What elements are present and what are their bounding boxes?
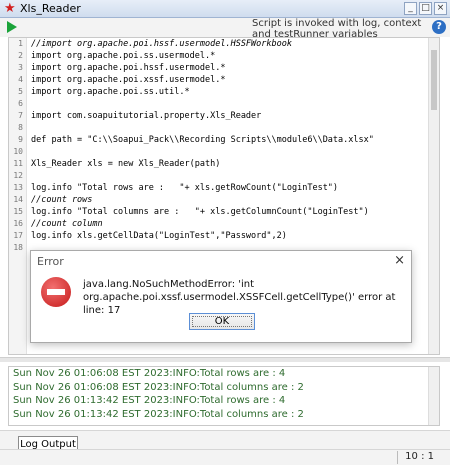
line-number: 14 bbox=[13, 195, 23, 204]
ok-button-label: OK bbox=[214, 316, 230, 327]
log-output-panel: Sun Nov 26 01:06:08 EST 2023:INFO:Total … bbox=[8, 366, 440, 426]
code-line[interactable]: log.info "Total rows are : "+ xls.getRow… bbox=[31, 182, 427, 194]
code-line[interactable]: import com.soapuitutorial.property.Xls_R… bbox=[31, 110, 427, 122]
line-number: 4 bbox=[18, 75, 23, 84]
line-number: 13 bbox=[13, 183, 23, 192]
code-line[interactable]: //count rows bbox=[31, 194, 427, 206]
line-number: 10 bbox=[13, 147, 23, 156]
log-line: Sun Nov 26 01:06:08 EST 2023:INFO:Total … bbox=[13, 381, 304, 393]
line-number: 15 bbox=[13, 207, 23, 216]
line-number: 6 bbox=[18, 99, 23, 108]
code-line[interactable] bbox=[31, 98, 427, 110]
line-number: 8 bbox=[18, 123, 23, 132]
line-number: 18 bbox=[13, 243, 23, 252]
line-number: 17 bbox=[13, 231, 23, 240]
dialog-title: Error bbox=[37, 255, 64, 268]
ok-button[interactable]: OK bbox=[189, 313, 255, 330]
log-scrollbar[interactable] bbox=[428, 367, 439, 425]
code-line[interactable]: Xls_Reader xls = new Xls_Reader(path) bbox=[31, 158, 427, 170]
code-line[interactable]: import org.apache.poi.ss.usermodel.* bbox=[31, 50, 427, 62]
run-icon[interactable] bbox=[7, 21, 17, 33]
script-description: Script is invoked with log, context and … bbox=[252, 18, 422, 37]
error-dialog: Error × java.lang.NoSuchMethodError: 'in… bbox=[30, 250, 412, 343]
line-number: 5 bbox=[18, 87, 23, 96]
line-number-gutter: 1 2 3 4 5 6 7 8 9 10 11 12 13 14 15 16 1… bbox=[9, 38, 27, 354]
log-line: Sun Nov 26 01:13:42 EST 2023:INFO:Total … bbox=[13, 395, 286, 406]
code-line[interactable]: import org.apache.poi.ss.util.* bbox=[31, 86, 427, 98]
minimize-button[interactable]: _ bbox=[404, 2, 417, 15]
close-button[interactable]: × bbox=[434, 2, 447, 15]
editor-scrollbar[interactable] bbox=[428, 38, 439, 354]
line-number: 9 bbox=[18, 135, 23, 144]
cursor-position: 10 : 1 bbox=[405, 451, 434, 462]
line-number: 16 bbox=[13, 219, 23, 228]
star-icon: ★ bbox=[4, 1, 16, 16]
log-line: Sun Nov 26 01:06:08 EST 2023:INFO:Total … bbox=[13, 368, 286, 379]
code-area[interactable]: //import org.apache.poi.hssf.usermodel.H… bbox=[31, 38, 427, 254]
line-number: 7 bbox=[18, 111, 23, 120]
code-line[interactable] bbox=[31, 170, 427, 182]
error-icon bbox=[41, 277, 71, 307]
window-title-bar: ★ Xls_Reader _ □ × bbox=[0, 0, 450, 18]
code-line[interactable]: //import org.apache.poi.hssf.usermodel.H… bbox=[31, 38, 427, 50]
code-line[interactable] bbox=[31, 146, 427, 158]
code-line[interactable]: def path = "C:\\Soapui_Pack\\Recording S… bbox=[31, 134, 427, 146]
code-line[interactable] bbox=[31, 122, 427, 134]
window-title: Xls_Reader bbox=[20, 2, 81, 15]
line-number: 3 bbox=[18, 63, 23, 72]
line-number: 12 bbox=[13, 171, 23, 180]
dialog-close-button[interactable]: × bbox=[394, 253, 405, 268]
line-number: 2 bbox=[18, 51, 23, 60]
code-line[interactable]: //count column bbox=[31, 218, 427, 230]
code-line[interactable]: import org.apache.poi.hssf.usermodel.* bbox=[31, 62, 427, 74]
maximize-button[interactable]: □ bbox=[419, 2, 432, 15]
error-message: java.lang.NoSuchMethodError: 'int org.ap… bbox=[83, 279, 396, 316]
status-bar: 10 : 1 bbox=[0, 449, 450, 465]
status-divider bbox=[397, 451, 398, 464]
script-toolbar: Script is invoked with log, context and … bbox=[0, 18, 450, 37]
log-line: Sun Nov 26 01:13:42 EST 2023:INFO:Total … bbox=[13, 408, 304, 420]
code-line[interactable]: log.info xls.getCellData("LoginTest","Pa… bbox=[31, 230, 427, 242]
line-number: 1 bbox=[18, 39, 23, 48]
help-icon[interactable]: ? bbox=[432, 20, 446, 34]
panel-splitter[interactable] bbox=[0, 357, 450, 362]
line-number: 11 bbox=[13, 159, 23, 168]
editor-scrollbar-thumb[interactable] bbox=[431, 50, 437, 110]
code-line[interactable]: import org.apache.poi.xssf.usermodel.* bbox=[31, 74, 427, 86]
code-line[interactable]: log.info "Total columns are : "+ xls.get… bbox=[31, 206, 427, 218]
